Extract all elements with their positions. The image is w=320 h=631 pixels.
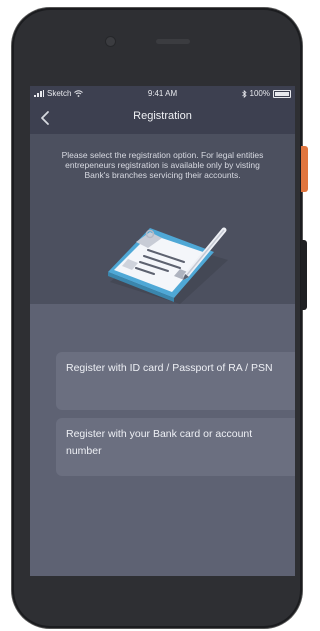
register-id-card-option[interactable]: Register with ID card / Passport of RA /…	[56, 352, 295, 410]
register-bank-card-label: Register with your Bank card or account …	[66, 428, 253, 457]
battery-icon	[273, 89, 291, 98]
status-bar: Sketch 9:41 AM 100%	[30, 86, 295, 102]
battery-percent: 100%	[249, 89, 270, 98]
clipboard-illustration	[108, 227, 228, 304]
intro-section: Please select the registration option. F…	[30, 134, 295, 304]
navigation-bar: Registration	[30, 102, 295, 134]
earpiece-speaker	[156, 39, 190, 44]
register-bank-card-option[interactable]: Register with your Bank card or account …	[56, 418, 295, 476]
bottom-bezel	[30, 576, 295, 578]
app-screen: Sketch 9:41 AM 100% Registration Please …	[30, 86, 295, 576]
register-id-card-label: Register with ID card / Passport of RA /…	[66, 362, 273, 374]
side-button-volume	[301, 240, 307, 310]
front-camera	[106, 37, 115, 46]
page-title: Registration	[133, 110, 192, 122]
side-button-power	[301, 146, 308, 192]
bluetooth-icon	[241, 89, 247, 98]
info-text: Please select the registration option. F…	[61, 150, 264, 180]
